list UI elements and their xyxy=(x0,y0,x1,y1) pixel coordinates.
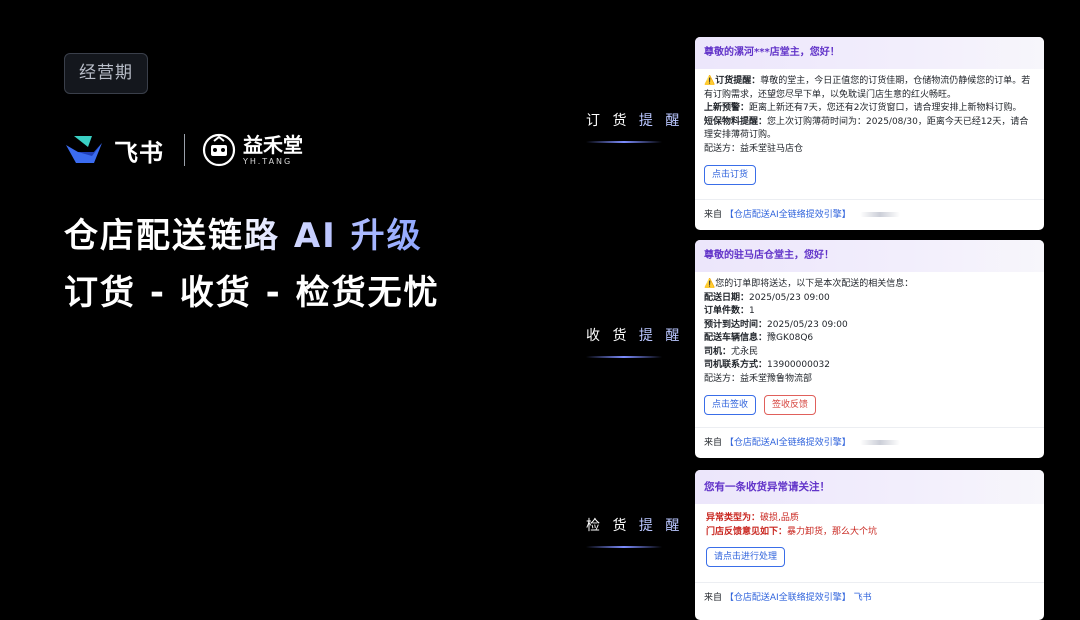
yhtang-emblem-icon xyxy=(202,133,236,167)
stage-badge: 经营期 xyxy=(64,53,148,94)
step-order-reminder: 订 货 提 醒 xyxy=(586,110,684,143)
card-footer: 来自 【仓店配送AI全链络提效引擎】 xyxy=(695,199,1044,230)
subline: 订货 - 收货 - 检货无忧 xyxy=(64,273,440,313)
step-label: 订 货 提 醒 xyxy=(586,113,684,129)
card-body: ⚠️您的订单即将送达，以下是本次配送的相关信息： 配送日期：2025/05/23… xyxy=(695,272,1044,415)
inspect-exception-card: 您有一条收货异常请关注！ 异常类型为：破损,品质 门店反馈意见如下：暴力卸货，那… xyxy=(695,470,1044,620)
store-feedback-row: 门店反馈意见如下：暴力卸货，那么大个坑 xyxy=(706,526,878,537)
yhtang-wordmark: 益禾堂 YH.TANG xyxy=(243,135,303,166)
yhtang-name-en: YH.TANG xyxy=(243,156,293,166)
feishu-name: 飞书 xyxy=(114,138,164,167)
place-order-button[interactable]: 点击订货 xyxy=(704,165,757,185)
step-underline xyxy=(586,141,662,143)
blurred-redaction xyxy=(859,212,900,217)
blurred-redaction xyxy=(859,440,900,445)
step-label: 检 货 提 醒 xyxy=(586,518,684,534)
step-label: 收 货 提 醒 xyxy=(586,328,684,344)
card-body: ⚠️订货提醒：尊敬的堂主，今日正值您的订货佳期，仓储物流仍静候您的订单。若有订购… xyxy=(695,69,1044,185)
card-footer: 来自 【仓店配送AI全联络提效引擎】 飞书 xyxy=(695,582,1044,613)
logo-divider xyxy=(184,134,185,166)
receive-reminder-card: 尊敬的驻马店仓堂主，您好！ ⚠️您的订单即将送达，以下是本次配送的相关信息： 配… xyxy=(695,240,1044,458)
driver-phone-row: 司机联系方式：13900000032 xyxy=(704,360,831,370)
step-inspect-reminder: 检 货 提 醒 xyxy=(586,515,684,548)
yhtang-name-cn: 益禾堂 xyxy=(243,132,303,157)
delivery-intro: ⚠️您的订单即将送达，以下是本次配送的相关信息： xyxy=(704,279,914,289)
receipt-feedback-button[interactable]: 签收反馈 xyxy=(764,395,817,415)
card-body: 异常类型为：破损,品质 门店反馈意见如下：暴力卸货，那么大个坑 请点击进行处理 xyxy=(695,504,1044,567)
headline: 仓店配送链路 AI 升级 xyxy=(64,208,423,257)
card-title: 尊敬的漯河***店堂主，您好！ xyxy=(695,37,1044,69)
order-count-row: 订单件数：1 xyxy=(704,306,755,316)
card-title: 尊敬的驻马店仓堂主，您好！ xyxy=(695,240,1044,272)
step-receive-reminder: 收 货 提 醒 xyxy=(586,325,684,358)
feishu-logo-icon xyxy=(66,136,102,163)
app-link[interactable]: 飞书 xyxy=(854,593,872,603)
card-footer: 来自 【仓店配送AI全链络提效引擎】 xyxy=(695,427,1044,458)
brand-logos: 飞书 益禾堂 YH.TANG xyxy=(64,130,303,170)
vehicle-row: 配送车辆信息：豫GK08Q6 xyxy=(704,333,814,343)
handle-exception-button[interactable]: 请点击进行处理 xyxy=(706,547,786,567)
carrier-info: 配送方：益禾堂豫鲁物流部 xyxy=(704,373,813,384)
step-underline xyxy=(586,356,662,358)
driver-row: 司机：尤永民 xyxy=(704,346,759,357)
order-reminder-text: ⚠️订货提醒：尊敬的堂主，今日正值您的订货佳期，仓储物流仍静候您的订单。若有订购… xyxy=(704,76,1031,100)
card-title: 您有一条收货异常请关注！ xyxy=(695,470,1044,504)
new-product-warning: 上新预警：距离上新还有7天，您还有2次订货窗口，请合理安排上新物料订购。 xyxy=(704,103,1022,113)
step-underline xyxy=(586,546,662,548)
short-shelf-reminder: 短保物料提醒：您上次订购薄荷时间为：2025/08/30，距离今天已经12天，请… xyxy=(704,116,1029,141)
source-link[interactable]: 【仓店配送AI全联络提效引擎】 xyxy=(725,593,851,603)
order-reminder-card: 尊敬的漯河***店堂主，您好！ ⚠️订货提醒：尊敬的堂主，今日正值您的订货佳期，… xyxy=(695,37,1044,230)
source-link[interactable]: 【仓店配送AI全链络提效引擎】 xyxy=(725,210,851,220)
delivery-date-row: 配送日期：2025/05/23 09:00 xyxy=(704,292,830,303)
sign-receipt-button[interactable]: 点击签收 xyxy=(704,395,757,415)
carrier-info: 配送方：益禾堂驻马店仓 xyxy=(704,143,804,154)
exception-type-row: 异常类型为：破损,品质 xyxy=(706,513,799,523)
eta-row: 预计到达时间：2025/05/23 09:00 xyxy=(704,319,848,330)
source-link[interactable]: 【仓店配送AI全链络提效引擎】 xyxy=(725,438,851,448)
